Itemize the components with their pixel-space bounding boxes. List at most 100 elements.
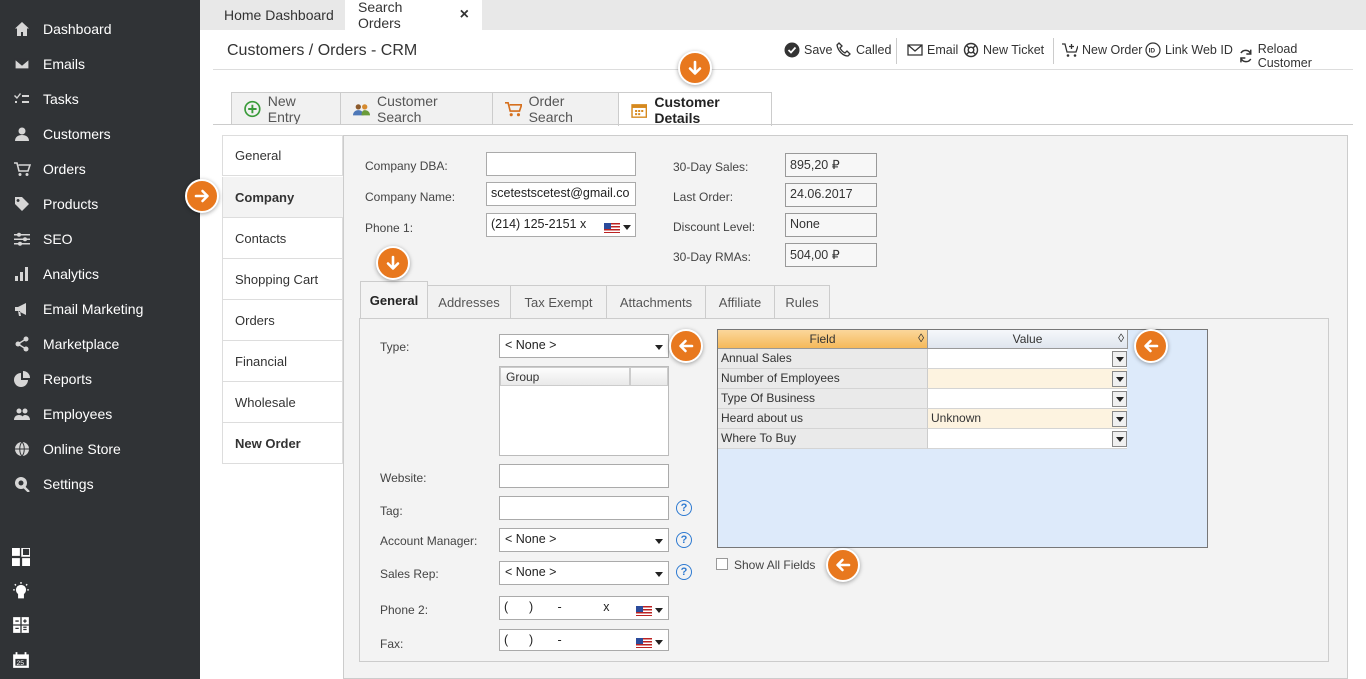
email-label: Email — [927, 43, 959, 57]
tour-arrow-right-icon[interactable] — [185, 179, 219, 213]
subtab-attachments[interactable]: Attachments — [606, 285, 706, 318]
table-row[interactable]: Heard about us Unknown — [718, 409, 1127, 429]
tour-arrow-down-icon[interactable] — [376, 246, 410, 280]
dropdown-button[interactable] — [1112, 411, 1127, 427]
phone2-input[interactable]: ( ) - x — [499, 596, 669, 620]
dropdown-button[interactable] — [1112, 391, 1127, 407]
email-button[interactable]: Email — [907, 42, 958, 58]
nav-wholesale[interactable]: Wholesale — [222, 382, 343, 423]
fax-input[interactable]: ( ) - — [499, 629, 669, 651]
tab-customer-details[interactable]: Customer Details — [618, 92, 772, 126]
calculator-icon[interactable] — [12, 616, 32, 636]
help-icon[interactable]: ? — [676, 500, 692, 516]
sidebar-item-marketplace[interactable]: Marketplace — [0, 326, 200, 361]
sidebar-item-label: Dashboard — [43, 20, 112, 37]
nav-financial[interactable]: Financial — [222, 341, 343, 382]
sidebar: Dashboard Emails Tasks Customers Orders … — [0, 0, 200, 679]
tour-arrow-left-icon[interactable] — [669, 329, 703, 363]
sidebar-item-orders[interactable]: Orders — [0, 151, 200, 186]
new-order-button[interactable]: New Order — [1062, 42, 1142, 58]
table-row[interactable]: Where To Buy — [718, 429, 1127, 449]
us-flag-icon[interactable] — [636, 603, 664, 617]
close-icon[interactable]: × — [460, 6, 469, 24]
type-select[interactable]: < None > — [499, 334, 669, 358]
tab-new-entry[interactable]: New Entry — [231, 92, 341, 125]
subtab-general[interactable]: General — [360, 281, 428, 318]
megaphone-icon — [12, 300, 32, 318]
company-dba-input[interactable] — [486, 152, 636, 176]
value-cell[interactable] — [928, 429, 1127, 449]
subtab-tax-exempt[interactable]: Tax Exempt — [510, 285, 607, 318]
fax-value: ( ) - — [504, 633, 562, 647]
nav-contacts[interactable]: Contacts — [222, 218, 343, 259]
layout-icon[interactable] — [12, 547, 32, 568]
sidebar-item-label: Email Marketing — [43, 300, 144, 317]
tab-home-dashboard[interactable]: Home Dashboard — [211, 0, 347, 30]
nav-orders[interactable]: Orders — [222, 300, 343, 341]
company-name-input[interactable]: scetestscetest@gmail.co — [486, 182, 636, 206]
sidebar-item-reports[interactable]: Reports — [0, 361, 200, 396]
website-input[interactable] — [499, 464, 669, 488]
sidebar-item-customers[interactable]: Customers — [0, 116, 200, 151]
sidebar-item-email-marketing[interactable]: Email Marketing — [0, 291, 200, 326]
value-cell[interactable] — [928, 389, 1127, 409]
sidebar-item-online-store[interactable]: Online Store — [0, 431, 200, 466]
tag-input[interactable] — [499, 496, 669, 520]
new-ticket-button[interactable]: New Ticket — [963, 42, 1044, 58]
subtab-addresses[interactable]: Addresses — [427, 285, 511, 318]
value-column-header[interactable]: Value ◊ — [928, 330, 1128, 349]
field-column-header[interactable]: Field ◊ — [718, 330, 928, 349]
help-icon[interactable]: ? — [676, 564, 692, 580]
sidebar-item-analytics[interactable]: Analytics — [0, 256, 200, 291]
table-row[interactable]: Annual Sales — [718, 349, 1127, 369]
sidebar-item-employees[interactable]: Employees — [0, 396, 200, 431]
main-area: Customers / Orders - CRM Save Called Ema… — [185, 30, 1366, 679]
tour-arrow-left-icon[interactable] — [1134, 329, 1168, 363]
sidebar-item-emails[interactable]: Emails — [0, 46, 200, 81]
group-column-header[interactable]: Group — [500, 367, 630, 386]
sales-rep-select[interactable]: < None > — [499, 561, 669, 585]
table-row[interactable]: Type Of Business — [718, 389, 1127, 409]
value-cell[interactable] — [928, 349, 1127, 369]
subtab-affiliate[interactable]: Affiliate — [705, 285, 775, 318]
sidebar-item-seo[interactable]: SEO — [0, 221, 200, 256]
discount-label: Discount Level: — [673, 220, 756, 234]
chevron-down-icon — [655, 608, 664, 614]
nav-general[interactable]: General — [222, 135, 343, 176]
called-button[interactable]: Called — [836, 42, 891, 58]
reload-customer-button[interactable]: Reload Customer — [1238, 42, 1353, 70]
phone1-input[interactable]: (214) 125-2151 x — [486, 213, 636, 237]
nav-company[interactable]: Company — [222, 177, 343, 218]
sidebar-item-label: SEO — [43, 230, 73, 247]
show-all-fields-label: Show All Fields — [734, 558, 816, 572]
sidebar-item-settings[interactable]: Settings — [0, 466, 200, 501]
group-list[interactable]: Group — [499, 366, 669, 456]
dropdown-button[interactable] — [1112, 371, 1127, 387]
us-flag-icon[interactable] — [636, 635, 664, 649]
top-tab-bar: Home Dashboard Search Orders × — [200, 0, 1366, 31]
sidebar-item-dashboard[interactable]: Dashboard — [0, 11, 200, 46]
sidebar-item-tasks[interactable]: Tasks — [0, 81, 200, 116]
account-manager-select[interactable]: < None > — [499, 528, 669, 552]
tour-arrow-down-icon[interactable] — [678, 51, 712, 85]
calendar-icon[interactable]: 25 — [12, 651, 32, 671]
sidebar-item-products[interactable]: Products — [0, 186, 200, 221]
tour-arrow-left-icon[interactable] — [826, 548, 860, 582]
help-icon[interactable]: ? — [676, 532, 692, 548]
dropdown-button[interactable] — [1112, 351, 1127, 367]
show-all-fields-checkbox[interactable] — [716, 558, 728, 570]
subtab-rules[interactable]: Rules — [774, 285, 830, 318]
value-cell[interactable]: Unknown — [928, 409, 1127, 429]
nav-new-order[interactable]: New Order — [222, 423, 343, 464]
tab-customer-search[interactable]: Customer Search — [340, 92, 493, 125]
link-web-id-button[interactable]: ID Link Web ID — [1145, 42, 1233, 58]
nav-shopping-cart[interactable]: Shopping Cart — [222, 259, 343, 300]
save-button[interactable]: Save — [784, 42, 833, 58]
tab-search-orders[interactable]: Search Orders × — [345, 0, 482, 31]
tab-order-search[interactable]: Order Search — [492, 92, 619, 125]
value-cell[interactable] — [928, 369, 1127, 389]
us-flag-icon[interactable] — [604, 220, 632, 234]
lightbulb-icon[interactable] — [12, 582, 32, 602]
dropdown-button[interactable] — [1112, 431, 1127, 447]
table-row[interactable]: Number of Employees — [718, 369, 1127, 389]
